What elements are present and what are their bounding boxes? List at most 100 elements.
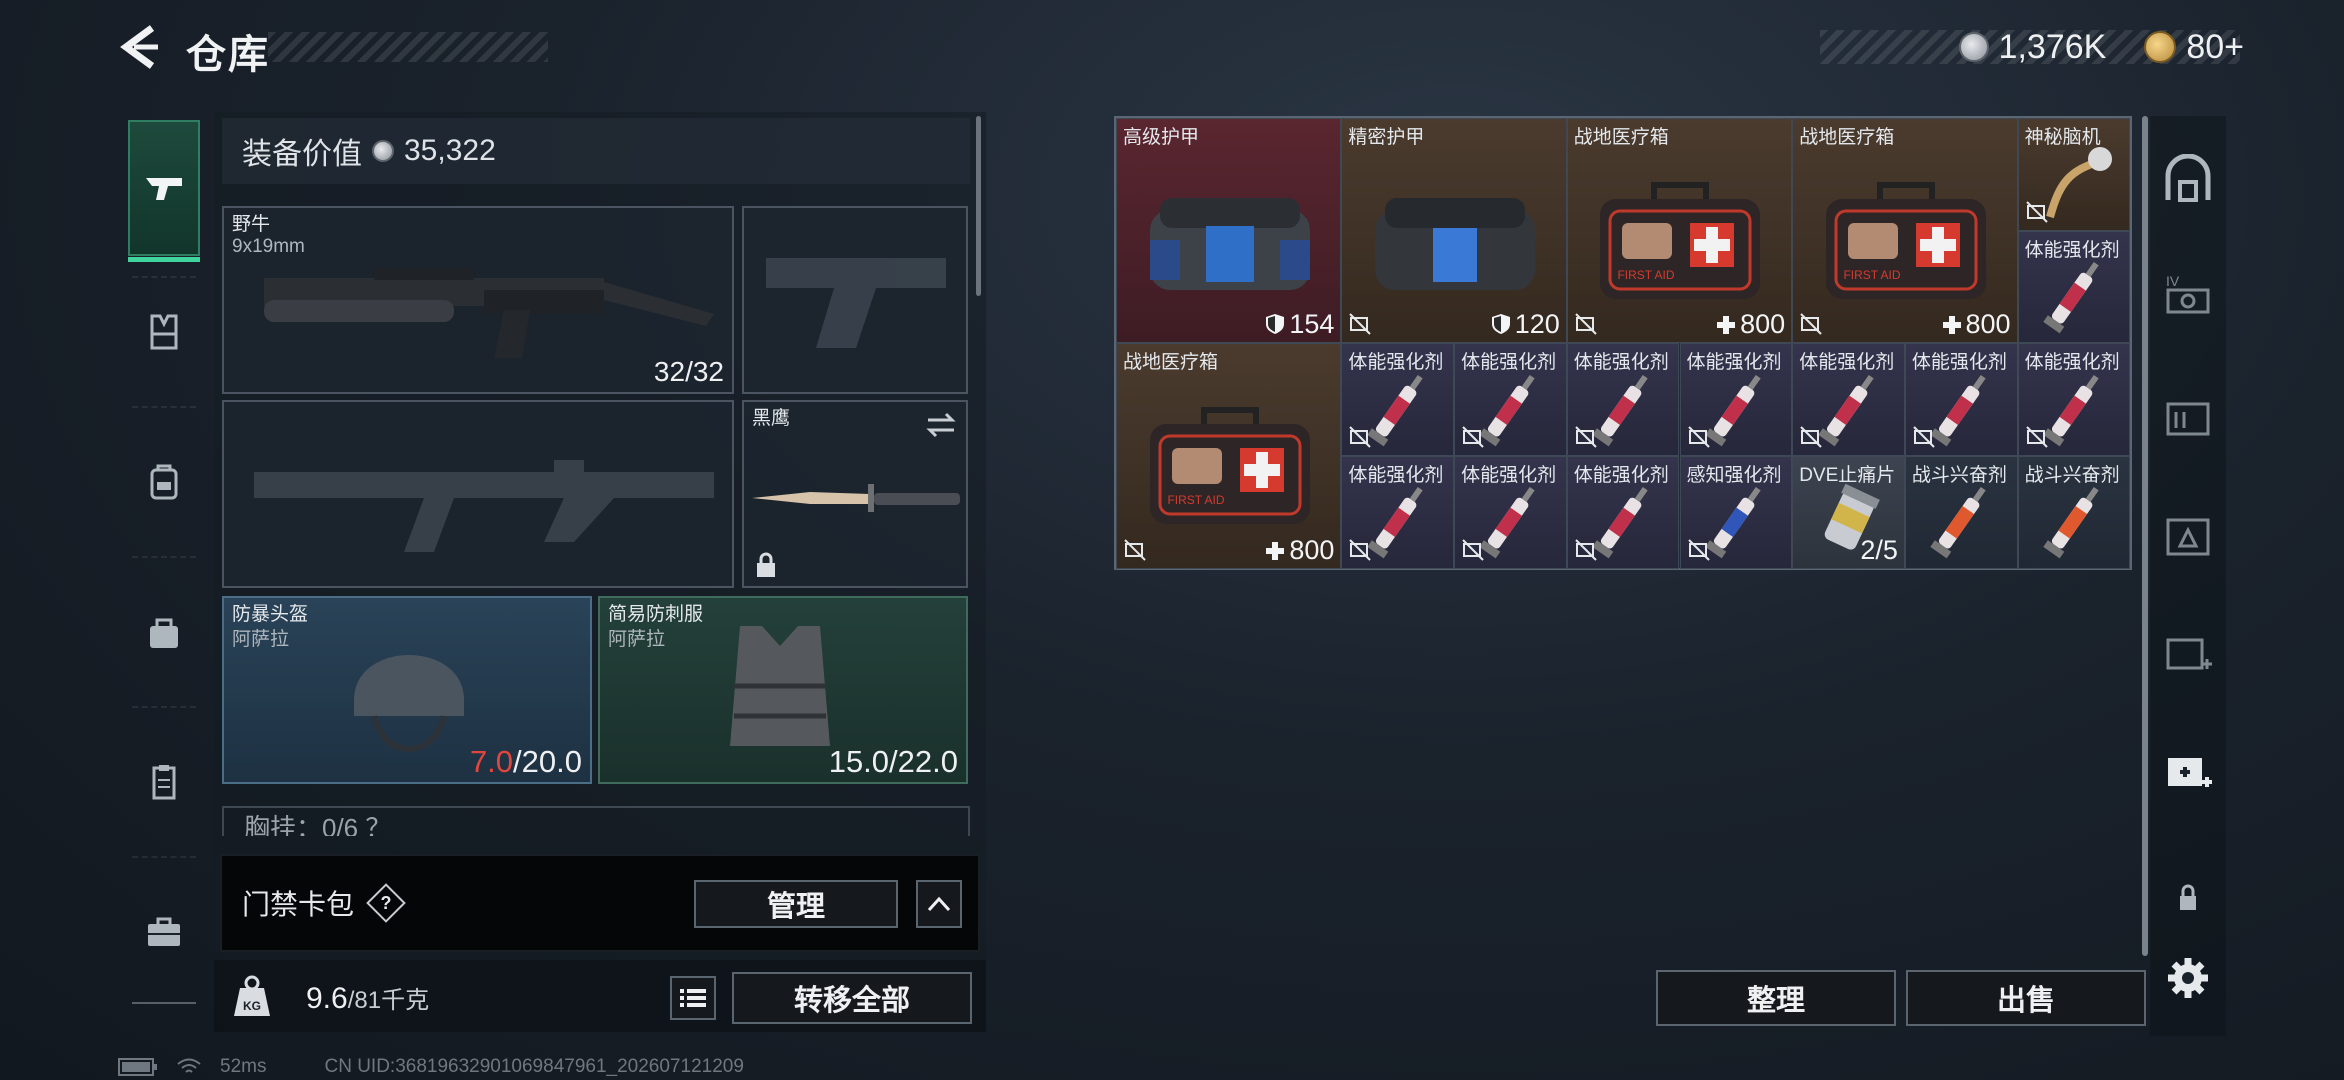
loadout-scrollbar[interactable] xyxy=(976,116,981,296)
stash-item-name: 高级护甲 xyxy=(1123,127,1200,148)
stash-item[interactable]: 体能强化剂 xyxy=(1341,456,1455,569)
tab-gear[interactable] xyxy=(128,296,200,368)
stash-item-name: 体能强化剂 xyxy=(1573,352,1669,374)
dock-lock-button[interactable] xyxy=(2156,866,2220,930)
stash-page-icon xyxy=(2166,402,2210,436)
slot-primary-weapon[interactable]: 野牛 9x19mm 32/32 xyxy=(222,206,734,394)
rifle-placeholder-icon xyxy=(254,460,714,552)
stash-item-value-text: 120 xyxy=(1514,309,1560,340)
weight-icon: KG xyxy=(234,975,270,1016)
stash-item-name: 体能强化剂 xyxy=(1461,352,1557,374)
currency-display[interactable]: 1,376K 80+ xyxy=(1958,24,2244,70)
slot-armor[interactable]: 简易防刺服 阿萨拉 15.0/22.0 xyxy=(598,596,968,784)
tab-weapons[interactable] xyxy=(128,120,200,262)
stash-item[interactable]: 战斗兴奋剂 xyxy=(1904,456,2018,569)
stash-item[interactable]: 体能强化剂 xyxy=(1679,343,1793,457)
stash-item[interactable]: 体能强化剂 xyxy=(1566,456,1680,569)
stash-item-value: 120 xyxy=(1491,309,1560,340)
transfer-all-button[interactable]: 转移全部 xyxy=(732,972,972,1024)
clipboard-icon xyxy=(152,765,176,800)
title-decoration xyxy=(268,32,548,62)
stash-item-name: 体能强化剂 xyxy=(2024,352,2120,374)
swap-icon[interactable] xyxy=(926,412,956,438)
stash-item[interactable]: 体能强化剂 xyxy=(1904,343,2018,457)
vest-icon xyxy=(150,314,178,350)
gear-icon xyxy=(2168,958,2208,998)
dock-safe-button[interactable] xyxy=(2156,148,2220,212)
slot-secondary-weapon[interactable] xyxy=(222,400,734,588)
manage-button[interactable]: 管理 xyxy=(694,880,898,928)
toolbox-icon xyxy=(148,917,180,946)
stash-item[interactable]: 高级护甲 154 xyxy=(1116,118,1342,344)
premium-coin-icon xyxy=(2144,31,2177,63)
stash-item[interactable]: 体能强化剂 xyxy=(1792,343,1905,457)
back-button[interactable] xyxy=(118,24,160,70)
wifi-icon xyxy=(177,1058,201,1073)
tab-toolbox[interactable] xyxy=(128,896,200,968)
dock-page-4-button[interactable]: IV xyxy=(2156,262,2220,326)
untradeable-icon xyxy=(1687,538,1711,562)
tab-backpack[interactable] xyxy=(128,446,200,518)
stash-item[interactable]: FIRST AID 战地医疗箱 800 xyxy=(1792,118,2018,344)
stash-item-name: 战地医疗箱 xyxy=(1799,127,1895,148)
sort-button[interactable]: 整理 xyxy=(1656,970,1896,1026)
stash-item[interactable]: FIRST AID 战地医疗箱 800 xyxy=(1116,343,1342,569)
stash-item-value-text: 800 xyxy=(1965,309,2011,340)
dock-page-1-button[interactable] xyxy=(2156,622,2220,686)
tab-bag[interactable] xyxy=(128,596,200,668)
untradeable-icon xyxy=(1799,425,1823,449)
settings-button[interactable] xyxy=(2156,946,2220,1010)
dock-page-2-button[interactable] xyxy=(2156,504,2220,568)
premium-amount: 80+ xyxy=(2186,27,2244,66)
equipment-value: 35,322 xyxy=(404,134,496,167)
stash-item-name: 体能强化剂 xyxy=(1348,465,1444,487)
untradeable-icon xyxy=(1687,425,1711,449)
armor-name: 简易防刺服 xyxy=(608,604,704,625)
slot-sidearm[interactable] xyxy=(742,206,968,394)
tab-items[interactable] xyxy=(128,746,200,818)
stash-item[interactable]: 精密护甲 120 xyxy=(1341,118,1567,344)
sell-button[interactable]: 出售 xyxy=(1906,970,2146,1026)
lock-icon xyxy=(2180,884,2196,910)
stash-item[interactable]: FIRST AID 战地医疗箱 800 xyxy=(1566,118,1793,344)
stash-item[interactable]: 体能强化剂 xyxy=(1566,343,1680,457)
stash-item[interactable]: DVE止痛片 2/5 xyxy=(1792,456,1905,569)
stash-item[interactable]: 体能强化剂 xyxy=(1341,343,1455,457)
svg-text:FIRST AID: FIRST AID xyxy=(1843,268,1900,282)
stash-item-value: 2/5 xyxy=(1860,535,1898,566)
helmet-durability-max: /20.0 xyxy=(513,744,582,779)
untradeable-icon xyxy=(1912,425,1936,449)
list-view-button[interactable] xyxy=(670,976,716,1020)
syringe-orange-icon xyxy=(2030,479,2120,564)
dock-page-3-button[interactable] xyxy=(2156,384,2220,448)
stash-item[interactable]: 感知强化剂 xyxy=(1679,456,1793,569)
armor-durability: 15.0/22.0 xyxy=(828,744,958,779)
help-icon[interactable]: ? xyxy=(366,883,406,923)
stash-item[interactable]: 体能强化剂 xyxy=(1454,456,1567,569)
slot-melee[interactable]: 黑鹰 xyxy=(742,400,968,588)
weapon-caliber: 9x19mm xyxy=(232,236,305,257)
untradeable-icon xyxy=(1348,538,1372,562)
collapse-button[interactable] xyxy=(916,880,962,928)
untradeable-icon xyxy=(1348,425,1372,449)
stash-scrollbar[interactable] xyxy=(2142,116,2148,956)
slot-helmet[interactable]: 防暴头盔 阿萨拉 7.0/20.0 xyxy=(222,596,592,784)
stash-item-value: 800 xyxy=(1265,535,1334,566)
svg-text:FIRST AID: FIRST AID xyxy=(1618,268,1675,282)
stash-item-name: 体能强化剂 xyxy=(2024,239,2120,261)
stash-item[interactable]: 战斗兴奋剂 xyxy=(2017,456,2131,569)
stash-item-name: 感知强化剂 xyxy=(1686,465,1782,487)
stash-item[interactable]: 体能强化剂 xyxy=(1454,343,1567,457)
untradeable-icon xyxy=(1574,312,1598,336)
helmet-name: 防暴头盔 xyxy=(232,604,309,625)
stash-item[interactable]: 体能强化剂 xyxy=(2017,343,2131,457)
keycard-bag-label: 门禁卡包 xyxy=(242,889,355,920)
stash-item-name: 体能强化剂 xyxy=(1799,352,1895,374)
stash-item[interactable]: 神秘脑机 xyxy=(2017,118,2131,231)
stash-item[interactable]: 体能强化剂 xyxy=(2017,230,2131,344)
dock-expand-button[interactable] xyxy=(2156,740,2220,804)
untradeable-icon xyxy=(1574,425,1598,449)
stash-item-name: 战地医疗箱 xyxy=(1123,352,1219,374)
melee-name: 黑鹰 xyxy=(752,408,791,429)
armor-heavy-icon xyxy=(1130,180,1330,305)
